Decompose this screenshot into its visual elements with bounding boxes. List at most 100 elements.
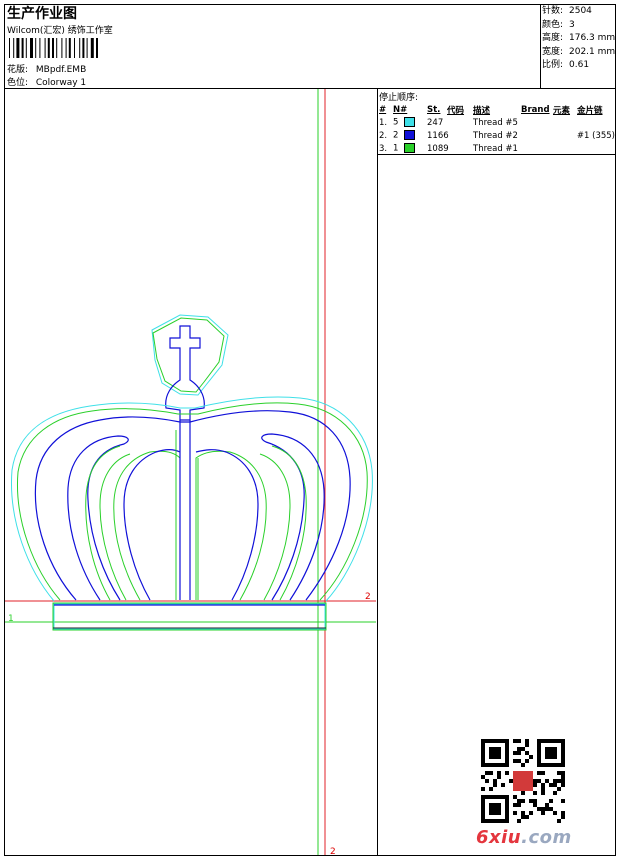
crown-left-arch-green [85, 445, 131, 601]
qr-cell [545, 807, 549, 811]
qr-cell [517, 819, 521, 823]
qr-cell [557, 779, 561, 783]
qr-cell [545, 803, 549, 807]
crown-base-green [52, 602, 327, 631]
crown-outer-green [16, 402, 368, 601]
qr-cell [545, 779, 549, 783]
qr-cell [533, 783, 537, 787]
crown-center-stem [179, 420, 191, 600]
qr-cell [513, 795, 517, 799]
qr-cell [513, 759, 517, 763]
guide-label-right: 2 [365, 592, 371, 602]
qr-cell [561, 799, 565, 803]
qr-cell [521, 799, 525, 803]
qr-cell [481, 775, 485, 779]
qr-cell [517, 759, 521, 763]
qr-cell [561, 815, 565, 819]
qr-cell [505, 771, 509, 775]
qr-cell [533, 803, 537, 807]
qr-cell [537, 771, 541, 775]
guide-label-left: 1 [8, 614, 14, 624]
qr-cell [513, 811, 517, 815]
qr-cell [533, 779, 537, 783]
qr-cell [517, 739, 521, 743]
qr-cell [501, 783, 505, 787]
qr-cell [541, 811, 545, 815]
crown-cross-outline-green [152, 317, 225, 393]
crown-outer-blue [34, 410, 351, 601]
qr-cell [529, 799, 533, 803]
qr-cell [493, 779, 497, 783]
qr-cell [557, 787, 561, 791]
qr-cell [549, 799, 553, 803]
crown-cross-blue [165, 325, 205, 421]
qr-cell [561, 771, 565, 775]
qr-cell [529, 755, 533, 759]
crown-right-inner-blue [195, 449, 259, 601]
qr-cell [497, 771, 501, 775]
qr-cell [489, 803, 501, 815]
qr-cell [561, 779, 565, 783]
watermark-logo: 6xiu.com [476, 827, 572, 848]
qr-cell [561, 783, 565, 787]
embroidery-preview [5, 89, 376, 855]
qr-cell [521, 763, 525, 767]
qr-cell [553, 779, 557, 783]
qr-cell [541, 807, 545, 811]
qr-cell [549, 783, 553, 787]
qr-cell [485, 779, 489, 783]
qr-cell [517, 747, 521, 751]
qr-cell [525, 759, 529, 763]
qr-cell [521, 811, 525, 815]
watermark-text-a: 6xiu [476, 827, 522, 848]
qr-cell [541, 783, 545, 787]
qr-cell [525, 739, 529, 743]
qr-cell [521, 791, 525, 795]
qr-cell [489, 747, 501, 759]
qr-cell [525, 815, 529, 819]
qr-cell [537, 807, 541, 811]
qr-cell [541, 791, 545, 795]
qr-cell [513, 803, 517, 807]
crown-left-inner-arch [113, 450, 181, 601]
qr-cell [557, 819, 561, 823]
qr-cell [525, 751, 529, 755]
qr-cell [529, 811, 533, 815]
qr-cell [561, 811, 565, 815]
qr-cell [517, 803, 521, 807]
qr-cell [557, 771, 561, 775]
qr-cell [537, 779, 541, 783]
crown-base-cyan [53, 603, 326, 630]
qr-cell [549, 807, 553, 811]
qr-cell [561, 775, 565, 779]
crown-right-arch-green [259, 445, 307, 601]
qr-cell [521, 815, 525, 819]
watermark-text-b: .com [521, 827, 572, 848]
qr-cell [513, 751, 517, 755]
qr-code [481, 739, 565, 823]
crown-center-stem-green [175, 430, 199, 600]
guide-label-bottom: 2 [330, 847, 336, 857]
qr-seal [513, 771, 533, 791]
qr-cell [517, 751, 521, 755]
qr-cell [533, 791, 537, 795]
qr-cell [533, 799, 537, 803]
qr-cell [489, 771, 493, 775]
qr-cell [553, 811, 557, 815]
qr-cell [525, 743, 529, 747]
qr-cell [541, 771, 545, 775]
qr-cell [509, 779, 513, 783]
crown-right-inner-arch [195, 450, 267, 601]
qr-cell [545, 747, 557, 759]
crown-left-inner-blue [123, 449, 181, 601]
qr-cell [493, 783, 497, 787]
qr-cell [521, 747, 525, 751]
qr-cell [517, 799, 521, 803]
qr-cell [553, 791, 557, 795]
qr-cell [485, 771, 489, 775]
qr-cell [553, 783, 557, 787]
qr-cell [481, 787, 485, 791]
qr-cell [489, 787, 493, 791]
qr-cell [497, 775, 501, 779]
qr-cell [541, 787, 545, 791]
